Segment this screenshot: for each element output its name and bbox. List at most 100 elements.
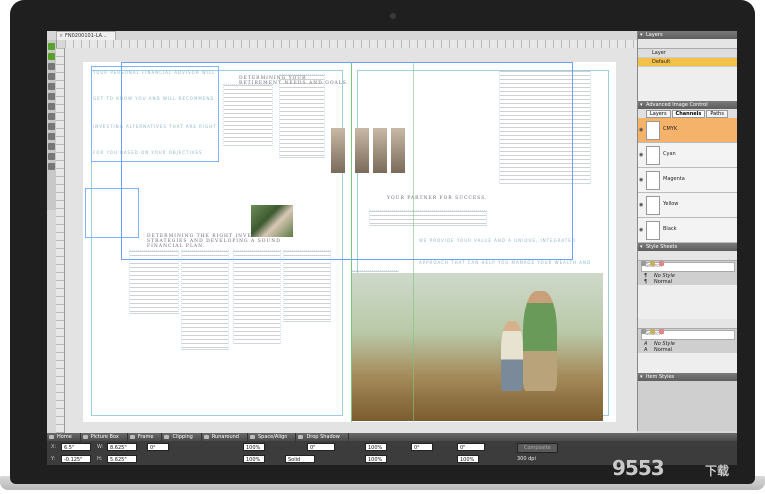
document-tab[interactable]: × FN0200101-LA...	[56, 31, 116, 40]
item-tool-icon[interactable]	[48, 43, 55, 50]
char-style-search-input[interactable]: Search	[641, 330, 735, 340]
w-field[interactable]: 8.625"	[107, 443, 137, 451]
channel-label: Cyan	[663, 151, 676, 157]
eyedropper-tool-icon[interactable]	[48, 163, 55, 170]
paragraph-style-icon[interactable]	[641, 261, 646, 266]
eye-icon[interactable]: ◉	[639, 152, 643, 158]
delete-style-icon[interactable]	[659, 261, 664, 266]
channel-row-yellow[interactable]: ◉ Yellow	[638, 193, 737, 218]
tab-label: Picture Box	[90, 434, 119, 440]
pasteboard[interactable]: YOUR PERSONAL FINANCIAL ADVISOR WILL GET…	[65, 48, 637, 433]
tab-picture-box[interactable]: Picture Box	[81, 433, 128, 441]
text-column[interactable]	[181, 250, 229, 350]
tab-drop-shadow[interactable]: Drop Shadow	[296, 433, 349, 441]
layers-panel-header[interactable]: Layers	[638, 31, 737, 39]
tab-paths[interactable]: Paths	[706, 110, 728, 118]
offset-y-field[interactable]: 0"	[457, 443, 485, 451]
channel-row-cyan[interactable]: ◉ Cyan	[638, 143, 737, 168]
angle2-field[interactable]: 0°	[411, 443, 433, 451]
char-style-normal[interactable]: A Normal	[638, 347, 737, 353]
paragraph-style-normal[interactable]: ¶ Normal	[638, 279, 737, 285]
tab-layers[interactable]: Layers	[646, 110, 671, 118]
tab-label: Runaround	[211, 434, 239, 440]
tab-runaround[interactable]: Runaround	[202, 433, 248, 441]
tab-home[interactable]: Home	[47, 433, 81, 441]
laptop-bezel: × FN0200101-LA... YOUR PERSONAL FINANCIAL…	[10, 0, 755, 484]
resolution-readout: 300 dpi	[517, 456, 536, 462]
tab-frame[interactable]: Frame	[128, 433, 163, 441]
tab-label: Clipping	[172, 434, 193, 440]
space-align-icon	[249, 435, 255, 439]
scale-x-field[interactable]: 100%	[243, 443, 265, 451]
channel-thumbnail	[646, 171, 660, 190]
style-sheets-header[interactable]: Style Sheets	[638, 243, 737, 251]
zoom-tool-icon[interactable]	[48, 143, 55, 150]
text-column[interactable]	[233, 250, 281, 344]
rectangle-tool-icon[interactable]	[48, 83, 55, 90]
layers-column-header: Layer	[638, 49, 737, 58]
pct1-field[interactable]: 100%	[365, 443, 387, 451]
home-icon	[49, 435, 54, 439]
x-field[interactable]: 6.5"	[61, 443, 91, 451]
h-label: H:	[97, 456, 103, 462]
text-box-tool-icon[interactable]	[48, 63, 55, 70]
text-column[interactable]	[283, 250, 331, 322]
zoom-field[interactable]: 100%	[457, 455, 479, 463]
tab-label: Drop Shadow	[306, 434, 340, 440]
pct3-field[interactable]: 100%	[365, 455, 387, 463]
tab-label: Home	[57, 434, 72, 440]
edit-char-style-icon[interactable]	[650, 329, 655, 334]
delete-char-style-icon[interactable]	[659, 329, 664, 334]
eye-icon[interactable]: ◉	[639, 202, 643, 208]
link-tool-icon[interactable]	[48, 133, 55, 140]
channel-thumbnail	[646, 196, 660, 215]
stroke-style-select[interactable]: Solid	[285, 455, 315, 463]
vertical-ruler[interactable]	[56, 48, 65, 433]
scale-y-field[interactable]: 100%	[243, 455, 265, 463]
father-son-photo[interactable]	[351, 273, 603, 421]
tab-channels[interactable]: Channels	[671, 110, 706, 118]
char-style-icon[interactable]	[641, 329, 646, 334]
style-list-area	[638, 285, 737, 319]
paragraph-mark-icon: ¶	[644, 279, 648, 285]
style-search-input[interactable]: Search	[641, 262, 735, 272]
measurements-tabs: Home Picture Box Frame Clipping Runaroun…	[47, 433, 737, 441]
y-field[interactable]: -0.125"	[61, 455, 91, 463]
table-tool-icon[interactable]	[48, 123, 55, 130]
selected-box-outline[interactable]	[121, 62, 573, 260]
eye-icon[interactable]: ◉	[639, 177, 643, 183]
offset-x-field[interactable]: 0"	[307, 443, 335, 451]
item-styles-header[interactable]: Item Styles	[638, 373, 737, 381]
edit-style-icon[interactable]	[650, 261, 655, 266]
eye-icon[interactable]: ◉	[639, 127, 643, 133]
channel-row-cmyk[interactable]: ◉ CMYK	[638, 118, 737, 143]
tab-space-align[interactable]: Space/Align	[248, 433, 297, 441]
channel-thumbnail	[646, 121, 660, 140]
style-label: Normal	[654, 279, 673, 285]
image-control-header[interactable]: Advanced Image Control	[638, 101, 737, 109]
channel-thumbnail	[646, 221, 660, 240]
oval-tool-icon[interactable]	[48, 93, 55, 100]
child-figure	[501, 321, 523, 391]
blend-mode-button[interactable]: Composite	[517, 443, 558, 453]
close-icon[interactable]: ×	[59, 32, 63, 40]
eye-icon[interactable]: ◉	[639, 227, 643, 233]
line-tool-icon[interactable]	[48, 103, 55, 110]
pen-tool-icon[interactable]	[48, 113, 55, 120]
channel-thumbnail	[646, 146, 660, 165]
layer-row-default[interactable]: Default	[638, 58, 737, 67]
h-field[interactable]: 5.625"	[107, 455, 137, 463]
layers-toolbar	[638, 39, 737, 54]
picture-box-tool-icon[interactable]	[48, 73, 55, 80]
pan-tool-icon[interactable]	[48, 153, 55, 160]
y-label: Y:	[51, 456, 56, 462]
runaround-icon	[203, 435, 209, 439]
channel-row-magenta[interactable]: ◉ Magenta	[638, 168, 737, 193]
channel-label: CMYK	[663, 126, 678, 132]
angle-field[interactable]: 0°	[147, 443, 169, 451]
content-tool-icon[interactable]	[48, 53, 55, 60]
tab-clipping[interactable]: Clipping	[162, 433, 202, 441]
channel-row-black[interactable]: ◉ Black	[638, 218, 737, 243]
palette-dock: Layers Layer Default Advanced Image Cont…	[637, 31, 737, 431]
channel-label: Black	[663, 226, 677, 232]
